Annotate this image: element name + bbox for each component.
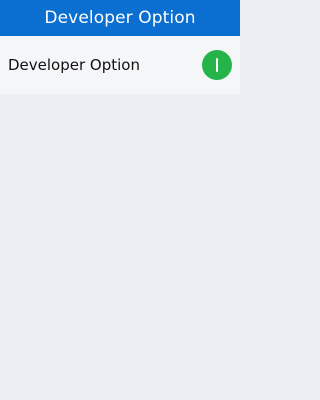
page-title: Developer Option	[44, 8, 196, 28]
setting-row-developer-option[interactable]: Developer Option	[0, 36, 240, 94]
header-bar: Developer Option	[0, 0, 240, 36]
toggle-switch[interactable]	[202, 50, 232, 80]
setting-label: Developer Option	[8, 56, 140, 74]
toggle-on-icon	[216, 58, 218, 72]
settings-list: Developer Option	[0, 36, 240, 400]
